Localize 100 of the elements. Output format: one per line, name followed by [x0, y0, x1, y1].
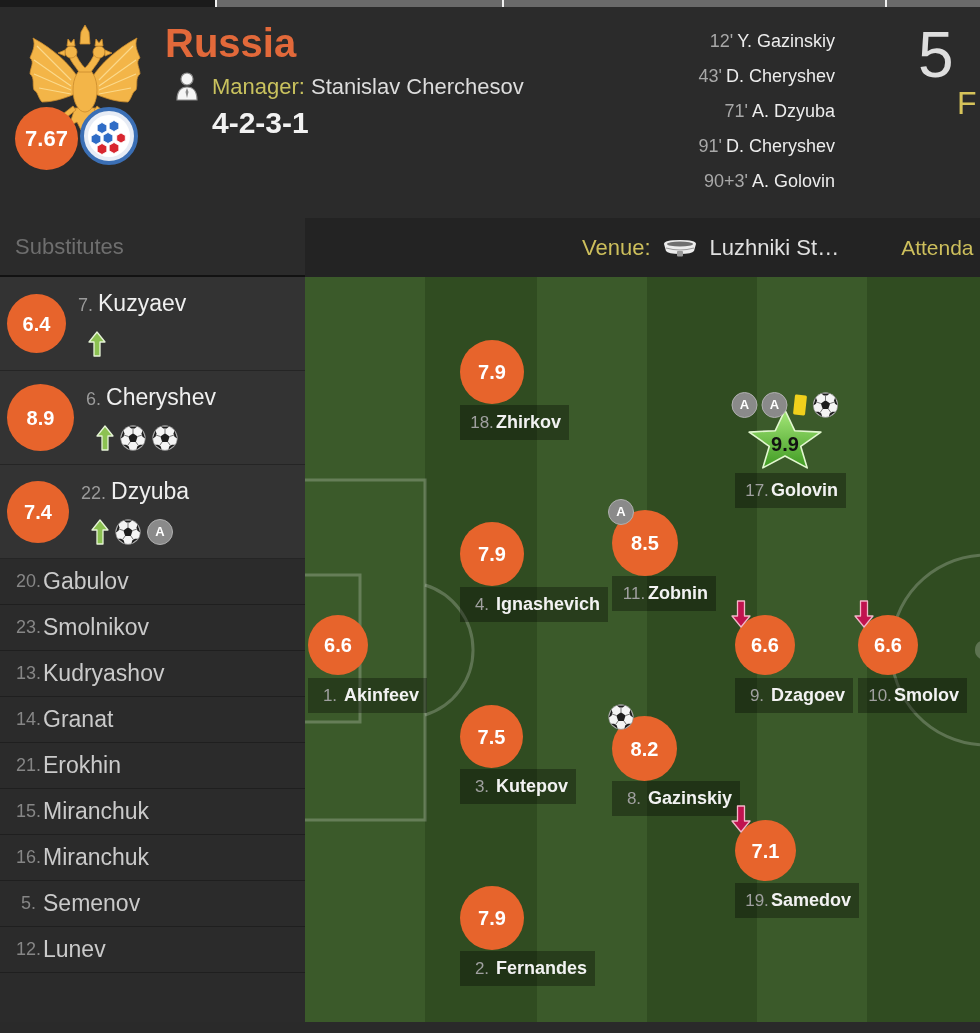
goal-minute: 91'	[698, 136, 722, 156]
goal-scorer: D. Cheryshev	[725, 136, 835, 156]
name-tag[interactable]: 4. Ignashevich	[460, 587, 609, 622]
goal-scorer: D. Cheryshev	[725, 66, 835, 86]
football-icon	[812, 392, 839, 418]
rating-badge: 8.2	[612, 716, 677, 781]
goal-scorer: A. Dzyuba	[751, 101, 835, 121]
player-name: Fernandes	[496, 957, 588, 980]
football-icon	[152, 425, 178, 451]
goal-minute: 90+3'	[703, 171, 748, 191]
shirt-number: 10.	[867, 684, 893, 707]
score: 5	[918, 23, 955, 87]
shirt-number: 12.	[15, 938, 42, 961]
shirt-number: 4.	[473, 593, 491, 616]
substitute-row[interactable]: 6.4 7. Kuzyaev	[0, 277, 305, 371]
assist-marker: A	[761, 392, 788, 418]
tab[interactable]	[504, 0, 887, 7]
assist-marker: A	[147, 519, 173, 545]
score-caption: F	[957, 87, 978, 119]
player-name: Samedov	[771, 889, 852, 912]
football-icon	[120, 425, 146, 451]
shirt-number: 7.	[78, 295, 93, 315]
goal-minute: 43'	[698, 66, 722, 86]
player-name: Miranchuk	[43, 797, 150, 827]
player-name: Granat	[43, 705, 114, 735]
player-name: Dzyuba	[111, 478, 189, 504]
name-tag[interactable]: 3. Kutepov	[460, 769, 576, 804]
team-name: Russia	[165, 23, 298, 63]
up-arrow-icon	[91, 519, 109, 545]
name-tag[interactable]: 2. Fernandes	[460, 951, 596, 986]
shirt-number: 11.	[621, 582, 647, 605]
name-tag[interactable]: 17.Golovin	[735, 473, 846, 508]
shirt-number: 19.	[744, 889, 770, 912]
player-name: Semenov	[43, 889, 141, 919]
shirt-number: 18.	[469, 411, 495, 434]
rating-badge: 7.9	[460, 340, 524, 404]
player-name: Smolov	[894, 684, 959, 707]
player-name: Zobnin	[648, 582, 708, 605]
assist-marker: A	[608, 499, 634, 525]
player-name: Dzagoev	[771, 684, 846, 707]
venue-name: Luzhniki St…	[709, 234, 840, 262]
shirt-number: 6.	[86, 389, 101, 409]
rating-badge: 7.9	[460, 522, 524, 586]
player-name: Kudryashov	[43, 659, 165, 689]
centre-spot	[974, 641, 980, 659]
rating-badge: 7.1	[735, 820, 796, 881]
shirt-number: 3.	[473, 775, 491, 798]
player-name: Miranchuk	[43, 843, 150, 873]
player-name: Kutepov	[496, 775, 568, 798]
substitute-row[interactable]: 8.9 6. Cheryshev	[0, 371, 305, 465]
shirt-number: 14.	[15, 708, 42, 731]
player-name: Zhirkov	[496, 411, 561, 434]
rating-badge: 7.5	[460, 705, 523, 768]
player-name: Gabulov	[43, 567, 129, 597]
shirt-number: 22.	[81, 483, 107, 503]
player-name: Smolnikov	[43, 613, 150, 643]
name-tag[interactable]: 8. Gazinskiy	[612, 781, 741, 816]
rating-badge: 6.6	[858, 615, 918, 675]
name-tag[interactable]: 19.Samedov	[735, 883, 860, 918]
goal-scorer: A. Golovin	[751, 171, 835, 191]
player-name: Akinfeev	[344, 684, 420, 707]
player-name: Lunev	[43, 935, 106, 965]
name-tag[interactable]: 10.Smolov	[858, 678, 967, 713]
shirt-number: 9.	[748, 684, 766, 707]
shirt-number: 1.	[321, 684, 339, 707]
up-arrow-icon	[96, 425, 114, 451]
stadium-icon	[662, 238, 697, 257]
name-tag[interactable]: 18.Zhirkov	[460, 405, 569, 440]
player-name: Erokhin	[43, 751, 121, 781]
venue-label: Venue:	[582, 234, 651, 262]
shirt-number: 23.	[15, 616, 42, 639]
down-arrow-icon	[731, 805, 751, 833]
player-name: Gazinskiy	[648, 787, 733, 810]
football-icon	[608, 704, 634, 730]
shirt-number: 15.	[15, 800, 42, 823]
goal-scorer: Y. Gazinskiy	[737, 31, 835, 51]
attendance-label: Attenda	[901, 234, 974, 261]
goal-minute: 12'	[709, 31, 734, 51]
shirt-number: 13.	[15, 662, 42, 685]
substitute-row[interactable]: 7.4 22. Dzyuba A	[0, 465, 305, 559]
tab[interactable]	[887, 0, 980, 7]
name-tag[interactable]: 9. Dzagoev	[735, 678, 854, 713]
shirt-number: 8.	[625, 787, 643, 810]
up-arrow-icon	[88, 331, 106, 357]
name-tag[interactable]: 1. Akinfeev	[308, 678, 428, 713]
goal-minute: 71'	[724, 101, 748, 121]
rating-badge: 8.9	[7, 384, 74, 451]
tab[interactable]	[217, 0, 504, 7]
rating-badge: 7.9	[460, 886, 524, 950]
shirt-number: 17.	[744, 479, 770, 502]
rating-badge: 7.67	[15, 107, 78, 170]
football-icon	[115, 519, 141, 545]
assist-marker: A	[731, 392, 758, 418]
player-name: Ignashevich	[496, 593, 601, 616]
name-tag[interactable]: 11.Zobnin	[612, 576, 716, 611]
card-icon	[791, 393, 809, 417]
manager-name: Stanislav Cherchesov	[310, 72, 524, 101]
shirt-number: 5.	[20, 892, 37, 915]
formation: 4-2-3-1	[212, 108, 310, 138]
shirt-number: 20.	[15, 570, 42, 593]
